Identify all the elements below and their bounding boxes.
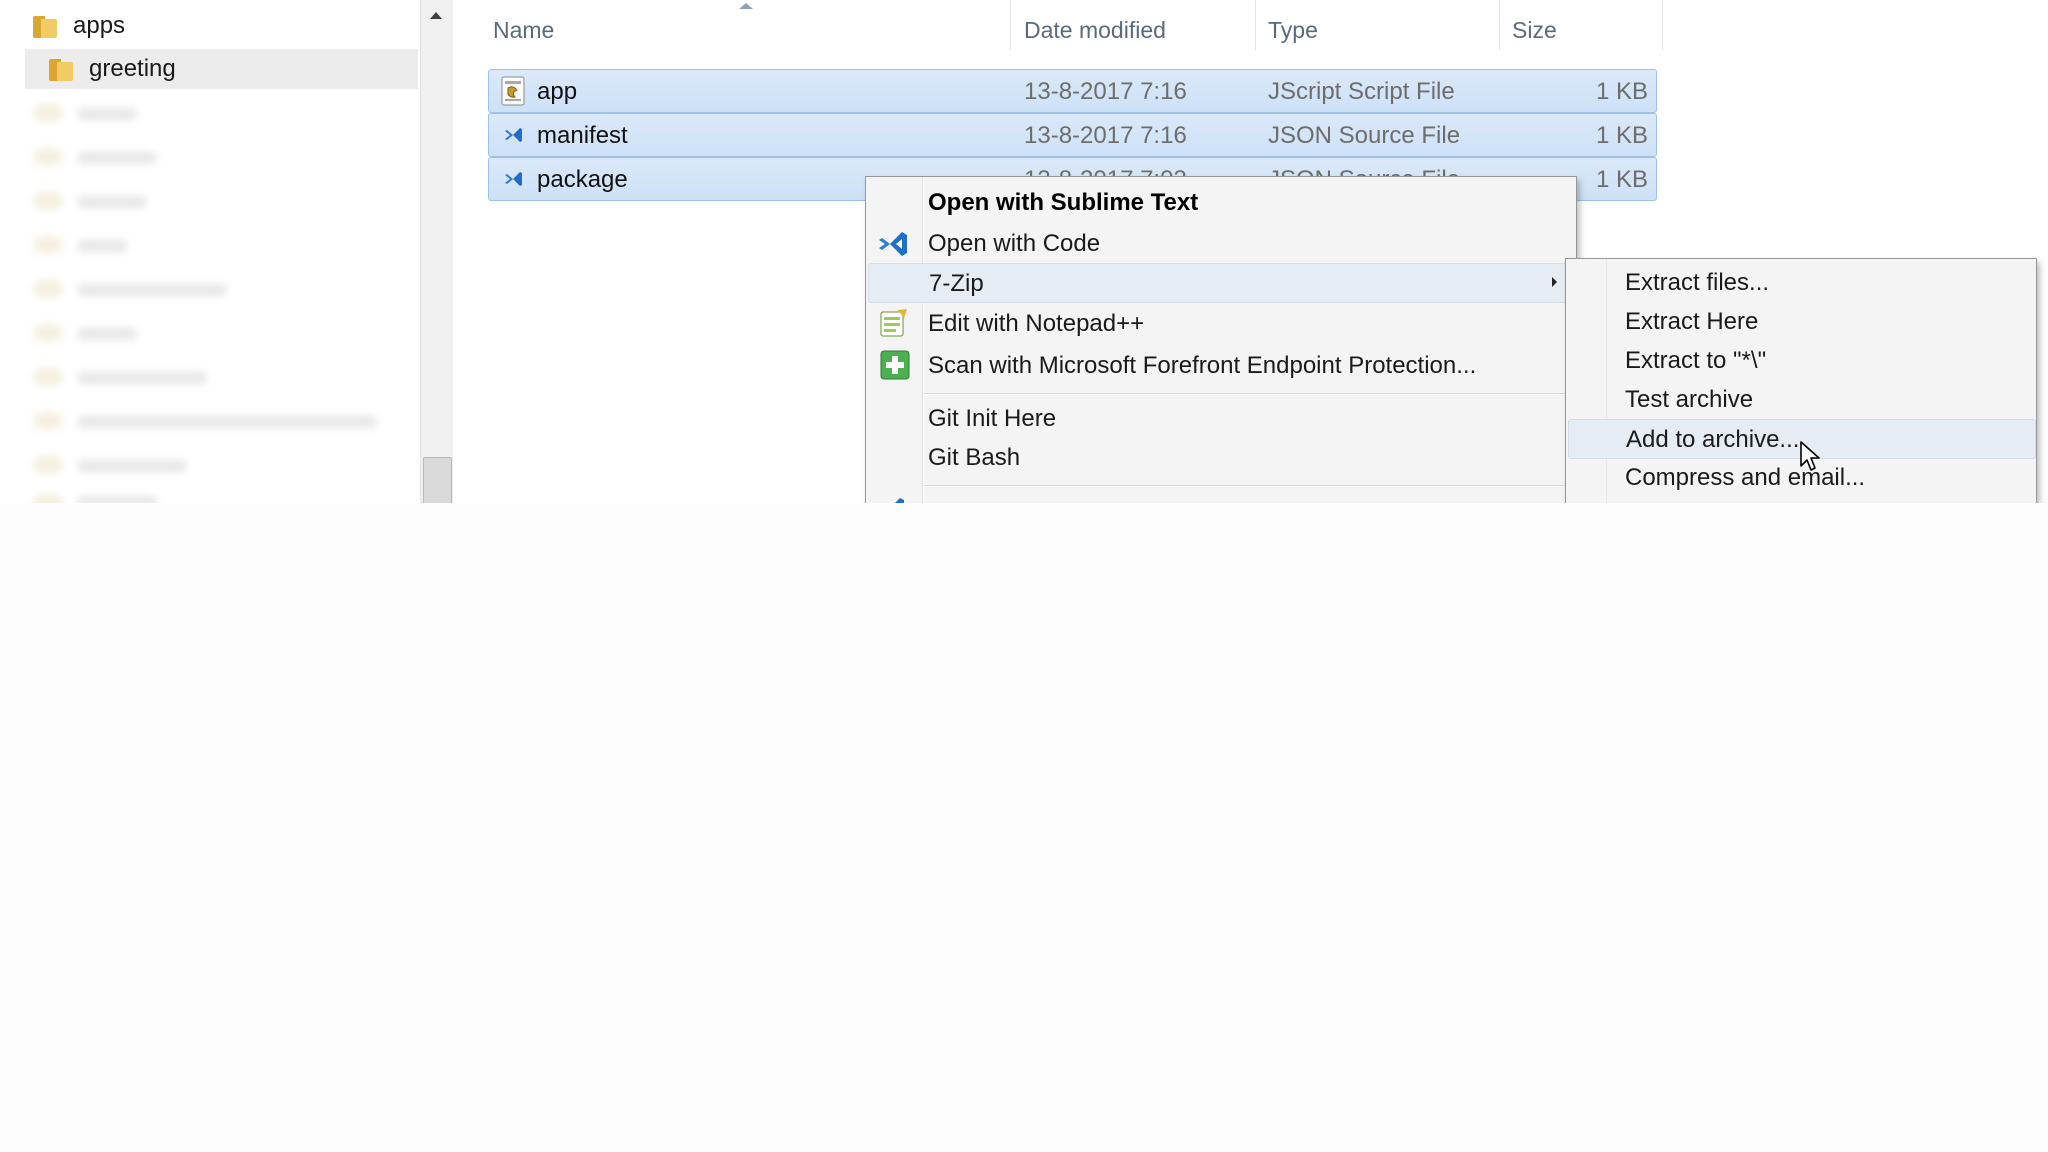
file-date: 13-8-2017 7:16 [1024, 78, 1187, 105]
nav-scrollbar[interactable] [420, 0, 453, 503]
folder-icon [33, 14, 59, 38]
menu-separator [924, 485, 1570, 487]
column-divider[interactable] [1499, 0, 1500, 50]
explorer-window: apps greeting Name Date modified Type Si… [0, 0, 2048, 503]
column-header-size[interactable]: Size [1512, 12, 1557, 48]
forefront-shield-icon [880, 350, 910, 380]
file-row-app[interactable]: app 13-8-2017 7:16 JScript Script File 1… [488, 69, 1657, 113]
submenu-item-extract-files[interactable]: Extract files... [1568, 263, 2034, 301]
vscode-icon [879, 232, 907, 256]
file-row-manifest[interactable]: manifest 13-8-2017 7:16 JSON Source File… [488, 113, 1657, 157]
submenu-item-extract-to[interactable]: Extract to "*\" [1568, 341, 2034, 379]
column-header-name[interactable]: Name [493, 12, 554, 48]
nav-item-apps[interactable]: apps [25, 6, 418, 46]
file-date: 13-8-2017 7:16 [1024, 122, 1187, 149]
menu-item-edit-with-notepad-plus-plus[interactable]: Edit with Notepad++ [868, 304, 1572, 342]
menu-separator [924, 393, 1570, 395]
submenu-arrow-icon [1552, 277, 1557, 287]
file-size: 1 KB [1595, 166, 1648, 193]
menu-item-git-bash[interactable]: Git Bash [868, 438, 1572, 476]
file-name: package [537, 166, 628, 193]
file-size: 1 KB [1595, 78, 1648, 105]
menu-item-open-with-code[interactable]: Open with Code [868, 224, 1572, 262]
menu-item-open-with-sublime-text[interactable]: Open with Sublime Text [868, 183, 1572, 221]
menu-item-7-zip[interactable]: 7-Zip [868, 263, 1574, 303]
scroll-up-arrow-icon[interactable] [430, 12, 442, 19]
menu-item-git-init-here[interactable]: Git Init Here [868, 399, 1572, 437]
mouse-cursor-icon [1800, 441, 1820, 471]
file-name: app [537, 78, 578, 105]
nav-item-label: greeting [89, 55, 176, 82]
notepad-plus-plus-icon [880, 309, 907, 337]
navigation-pane: apps greeting [25, 0, 418, 503]
folder-icon [49, 57, 75, 81]
submenu-item-extract-here[interactable]: Extract Here [1568, 302, 2034, 340]
jscript-file-icon [501, 76, 525, 106]
file-size: 1 KB [1595, 122, 1648, 149]
file-name: manifest [537, 122, 628, 149]
nav-item-greeting[interactable]: greeting [25, 49, 418, 89]
column-divider[interactable] [1010, 0, 1011, 50]
submenu-item-test-archive[interactable]: Test archive [1568, 380, 2034, 418]
file-type: JSON Source File [1268, 122, 1461, 149]
menu-item-scan-with-forefront[interactable]: Scan with Microsoft Forefront Endpoint P… [868, 346, 1572, 384]
column-divider[interactable] [1255, 0, 1256, 50]
vscode-file-icon [505, 128, 522, 142]
sort-ascending-icon [739, 3, 753, 9]
file-type: JScript Script File [1268, 78, 1455, 105]
column-header-type[interactable]: Type [1268, 12, 1318, 48]
vscode-file-icon [505, 172, 522, 186]
column-header-date-modified[interactable]: Date modified [1024, 12, 1166, 48]
scrollbar-thumb[interactable] [423, 457, 452, 503]
vscode-icon [895, 498, 904, 503]
context-menu: Open with Sublime Text Open with Code 7-… [865, 176, 1577, 503]
nav-item-label: apps [73, 12, 126, 39]
column-divider[interactable] [1662, 0, 1663, 50]
